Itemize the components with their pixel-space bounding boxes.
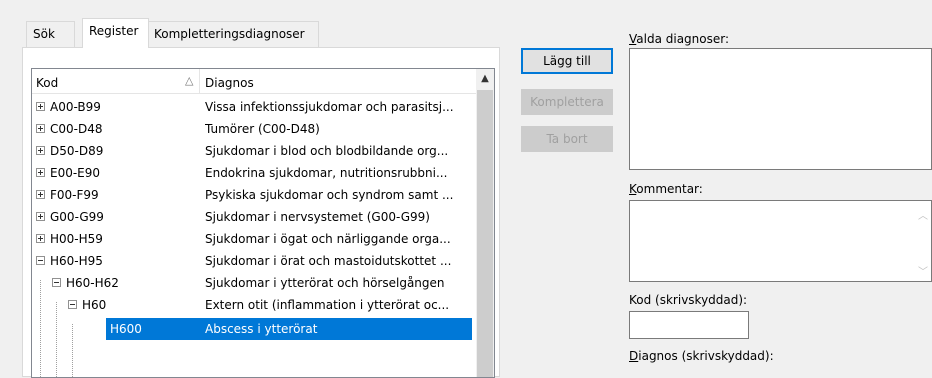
row-code: D50-D89 <box>50 144 104 158</box>
diagnosis-readonly-label: Diagnos (skrivskyddad): <box>629 349 774 363</box>
remove-button[interactable]: Ta bort <box>521 126 613 152</box>
column-header-kod[interactable]: Kod <box>36 76 58 90</box>
row-code: G00-G99 <box>50 210 104 224</box>
row-code: A00-B99 <box>50 100 101 114</box>
row-code: E00-E90 <box>50 166 101 180</box>
tab-register-label: Register <box>89 24 139 38</box>
scroll-up-arrow-icon[interactable]: ▲ <box>476 69 494 89</box>
tab-kompletteringsdiagnoser[interactable]: Kompletteringsdiagnoser <box>147 21 319 47</box>
diagnosis-tree[interactable]: Kod △ Diagnos A00-B99 Vissa infektionssj… <box>31 68 495 378</box>
row-description: Sjukdomar i ögat och närliggande orga... <box>205 232 451 246</box>
expand-icon[interactable] <box>36 234 45 243</box>
tab-kompletteringsdiagnoser-label: Kompletteringsdiagnoser <box>154 27 305 41</box>
diagnosis-readonly-label-accesskey: D <box>629 349 639 363</box>
row-description: Abscess i ytterörat <box>205 322 318 336</box>
code-readonly-label: Kod (skrivskyddad): <box>629 293 748 307</box>
collapse-icon[interactable] <box>36 256 45 265</box>
expand-icon[interactable] <box>36 102 45 111</box>
scroll-down-arrow-icon[interactable]: ﹀ <box>917 263 929 278</box>
row-description: Endokrina sjukdomar, nutritionsrubbni... <box>205 166 448 180</box>
column-separator[interactable] <box>199 69 200 94</box>
row-description: Extern otit (inflammation i ytterörat oc… <box>205 298 450 312</box>
tree-row[interactable]: A00-B99 Vissa infektionssjukdomar och pa… <box>32 96 476 118</box>
row-code: F00-F99 <box>50 188 99 202</box>
row-code: H60 <box>82 298 107 312</box>
sort-ascending-icon: △ <box>185 74 194 87</box>
row-description: Sjukdomar i örat och mastoidutskottet ..… <box>205 254 452 268</box>
row-description: Sjukdomar i blod och blodbildande org... <box>205 144 449 158</box>
row-code: H60-H62 <box>66 276 119 290</box>
row-code: C00-D48 <box>50 122 103 136</box>
collapse-icon[interactable] <box>52 278 61 287</box>
tree-header: Kod △ Diagnos <box>32 69 476 94</box>
row-code: H600 <box>110 322 142 336</box>
tree-scrollbar[interactable]: ▲ <box>476 69 494 377</box>
selected-diagnoses-label-text: alda diagnoser: <box>636 32 730 46</box>
expand-icon[interactable] <box>36 146 45 155</box>
expand-icon[interactable] <box>36 190 45 199</box>
row-description: Vissa infektionssjukdomar och parasitsj.… <box>205 100 454 114</box>
tab-sok-label: Sök <box>33 27 55 41</box>
tree-row[interactable]: H00-H59 Sjukdomar i ögat och närliggande… <box>32 228 476 250</box>
column-header-diagnos[interactable]: Diagnos <box>205 76 254 90</box>
comment-label-text: ommentar: <box>636 182 703 196</box>
tree-row-selected[interactable]: H600 Abscess i ytterörat <box>32 318 476 340</box>
row-code: H00-H59 <box>50 232 103 246</box>
row-description: Sjukdomar i nervsystemet (G00-G99) <box>205 210 430 224</box>
tree-row[interactable]: C00-D48 Tumörer (C00-D48) <box>32 118 476 140</box>
row-description: Tumörer (C00-D48) <box>205 122 320 136</box>
row-code: H60-H95 <box>50 254 103 268</box>
expand-icon[interactable] <box>36 168 45 177</box>
tab-register[interactable]: Register <box>82 18 149 48</box>
tree-row[interactable]: F00-F99 Psykiska sjukdomar och syndrom s… <box>32 184 476 206</box>
expand-icon[interactable] <box>36 212 45 221</box>
scroll-up-arrow-icon[interactable]: ︿ <box>917 207 929 222</box>
complete-button[interactable]: Komplettera <box>521 89 613 115</box>
collapse-icon[interactable] <box>68 300 77 309</box>
selected-diagnoses-list[interactable] <box>629 48 932 170</box>
diagnosis-readonly-label-text: iagnos (skrivskyddad): <box>638 349 774 363</box>
expand-icon[interactable] <box>36 124 45 133</box>
selected-diagnoses-label: Valda diagnoser: <box>629 32 729 46</box>
row-description: Sjukdomar i ytterörat och hörselgången <box>205 276 445 290</box>
code-readonly-field <box>629 311 749 339</box>
tree-row[interactable]: H60-H62 Sjukdomar i ytterörat och hörsel… <box>32 272 476 294</box>
comment-label: Kommentar: <box>629 182 703 196</box>
tree-row[interactable]: G00-G99 Sjukdomar i nervsystemet (G00-G9… <box>32 206 476 228</box>
scroll-thumb[interactable] <box>477 90 493 377</box>
comment-textarea[interactable]: ︿ ﹀ <box>629 200 932 282</box>
tree-row[interactable]: H60 Extern otit (inflammation i ytteröra… <box>32 294 476 316</box>
add-button[interactable]: Lägg till <box>521 48 613 74</box>
row-description: Psykiska sjukdomar och syndrom samt ... <box>205 188 454 202</box>
tab-sok[interactable]: Sök <box>26 21 75 47</box>
tree-row[interactable]: D50-D89 Sjukdomar i blod och blodbildand… <box>32 140 476 162</box>
tree-row[interactable]: H60-H95 Sjukdomar i örat och mastoidutsk… <box>32 250 476 272</box>
tree-row[interactable]: E00-E90 Endokrina sjukdomar, nutritionsr… <box>32 162 476 184</box>
